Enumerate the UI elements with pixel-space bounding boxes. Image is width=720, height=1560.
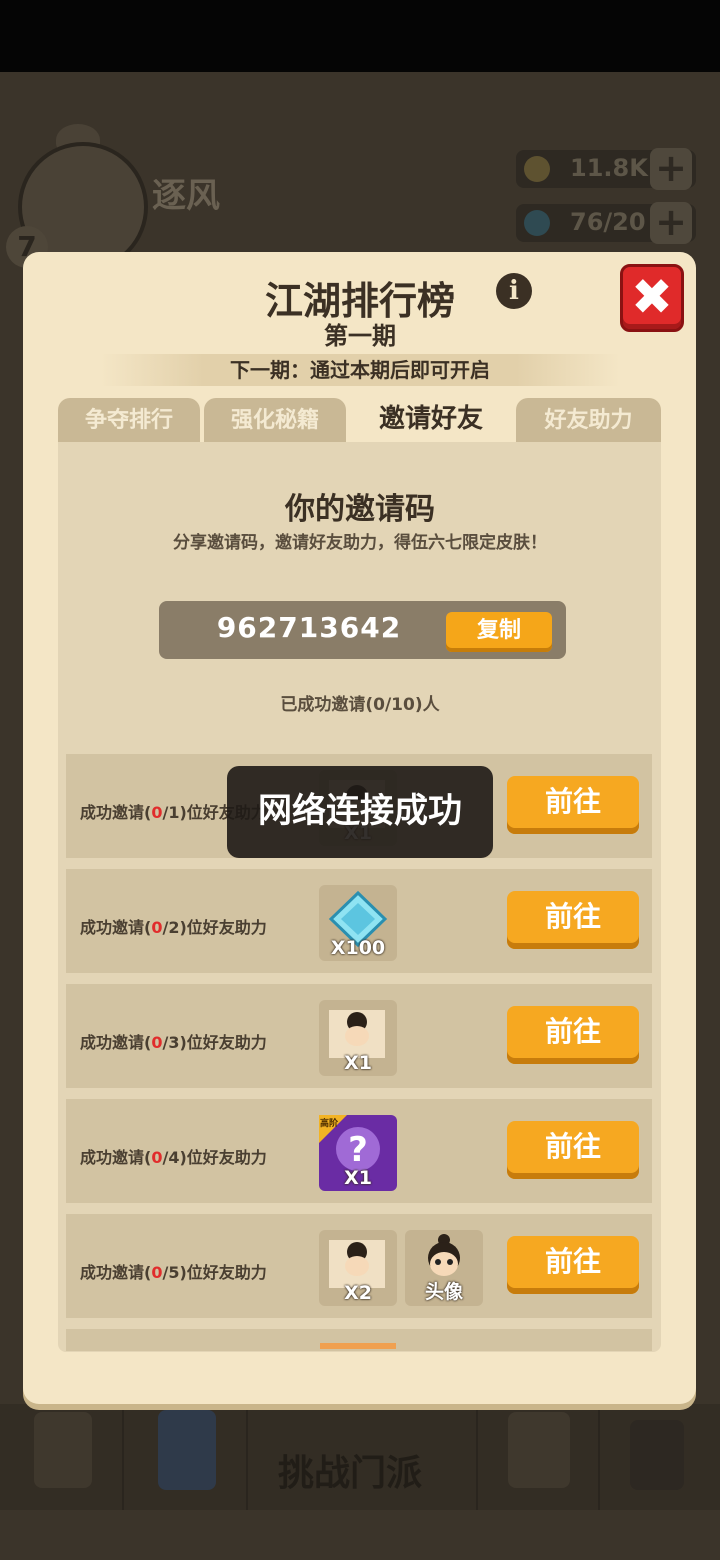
- gem-value: 76/20: [570, 208, 646, 236]
- toast-message: 网络连接成功: [227, 766, 493, 858]
- reward-item[interactable]: X100: [319, 885, 397, 961]
- coin-icon: [524, 156, 550, 182]
- reward-item[interactable]: X1: [319, 1000, 397, 1076]
- reward-item[interactable]: 头像: [405, 1230, 483, 1306]
- task-scroll-icon: [34, 1412, 92, 1488]
- next-period-banner: 下一期：通过本期后即可开启: [100, 354, 620, 386]
- status-bar: [0, 0, 720, 72]
- reward-item[interactable]: X2: [319, 1230, 397, 1306]
- gem-resource: 76/20 +: [516, 202, 696, 244]
- invite-code-value: 962713642: [216, 611, 402, 644]
- task-label: 成功邀请(0/5)位好友助力: [80, 1263, 267, 1282]
- copy-button[interactable]: 复制: [446, 612, 552, 652]
- invite-code-heading: 你的邀请码: [285, 492, 435, 527]
- task-label: 成功邀请(0/2)位好友助力: [80, 918, 267, 937]
- lock-icon: [630, 1420, 684, 1490]
- coin-value: 11.8K: [570, 154, 648, 182]
- task-label: 成功邀请(0/3)位好友助力: [80, 1033, 267, 1052]
- period-subtitle: 第一期: [324, 322, 396, 350]
- tab-invite-friends[interactable]: 邀请好友: [350, 394, 512, 442]
- nav-challenge-label[interactable]: 挑战门派: [278, 1444, 422, 1496]
- training-book-icon: [158, 1410, 216, 1490]
- player-name: 逐风: [152, 176, 220, 216]
- info-icon[interactable]: i: [496, 273, 532, 309]
- tab-friend-assist[interactable]: 好友助力: [516, 398, 661, 442]
- go-button[interactable]: 前往: [507, 1121, 639, 1179]
- task-label: 成功邀请(0/4)位好友助力: [80, 1148, 267, 1167]
- armor-icon: [508, 1412, 570, 1488]
- invite-description: 分享邀请码，邀请好友助力，得伍六七限定皮肤！: [173, 533, 547, 553]
- add-gem-button[interactable]: +: [650, 202, 692, 244]
- rarity-badge: 高阶: [320, 1119, 339, 1129]
- tab-ranking[interactable]: 争夺排行: [58, 398, 200, 442]
- go-button[interactable]: 前往: [507, 776, 639, 834]
- svg-text:?: ?: [348, 1130, 368, 1170]
- go-button[interactable]: 前往: [507, 891, 639, 949]
- gem-icon: [524, 210, 550, 236]
- reward-item[interactable]: ? 高阶 X1: [319, 1115, 397, 1191]
- add-coin-button[interactable]: +: [650, 148, 692, 190]
- reward-item-partial: [320, 1343, 396, 1349]
- invited-count: 已成功邀请(0/10)人: [280, 695, 440, 715]
- go-button[interactable]: 前往: [507, 1006, 639, 1064]
- tab-secret-book[interactable]: 强化秘籍: [204, 398, 346, 442]
- go-button[interactable]: 前往: [507, 1236, 639, 1294]
- coin-resource: 11.8K +: [516, 148, 696, 190]
